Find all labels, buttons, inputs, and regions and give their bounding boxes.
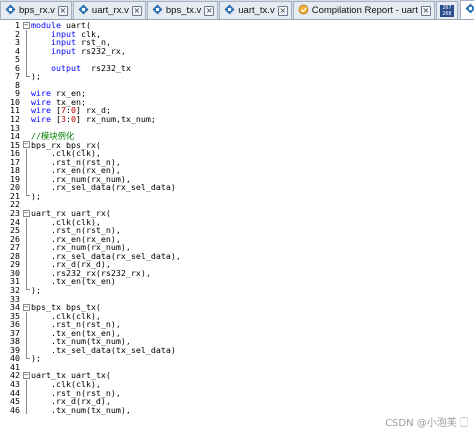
- code-text: input rs232_rx,: [50, 45, 126, 56]
- fold-guide-line: [22, 234, 30, 244]
- fold-guide-line: [22, 251, 30, 261]
- fold-guide-line: [22, 345, 30, 355]
- fold-guide-line: [22, 55, 30, 64]
- tab-label: uart_tx.v: [238, 5, 275, 16]
- tab-uart-tx-v[interactable]: uart_tx.v ×: [219, 1, 292, 19]
- verilog-file-icon: [78, 4, 89, 18]
- verilog-file-icon: [224, 4, 235, 18]
- tab-label: uart_rx.v: [91, 5, 129, 16]
- fold-guide-line: [22, 405, 30, 415]
- code-line: 12 wire [3:0] rx_num,tx_num;: [0, 115, 474, 124]
- fold-guide-line: [22, 183, 30, 192]
- code-line: 6 output rs232_tx: [0, 62, 474, 73]
- fold-collapse-icon[interactable]: −: [22, 21, 30, 30]
- fold-guide-line: [22, 277, 30, 286]
- fold-guide-line: [22, 337, 30, 346]
- fold-guide-line: [22, 260, 30, 269]
- gutter-icon-bottom-text: 268: [442, 10, 452, 17]
- tab-uart-v[interactable]: uart.v×: [459, 0, 474, 19]
- fold-end-marker: [22, 191, 30, 201]
- code-line: 39 .tx_sel_data(tx_sel_data): [0, 346, 474, 355]
- tab-bps-tx-v[interactable]: bps_tx.v ×: [146, 1, 219, 19]
- fold-guide-line: [22, 157, 30, 167]
- fold-gutter: [22, 115, 30, 124]
- line-numbers-toggle-button[interactable]: 267 268: [435, 1, 458, 19]
- tab-label: bps_tx.v: [165, 5, 202, 16]
- code-text: wire [3:0] rx_num,tx_num;: [31, 114, 156, 125]
- fold-guide-line: [22, 166, 30, 175]
- fold-guide-line: [22, 388, 30, 398]
- fold-collapse-icon[interactable]: −: [22, 209, 30, 218]
- code-text: );: [31, 190, 41, 201]
- code-text: .tx_num(tx_num),: [31, 404, 131, 415]
- close-tab-icon[interactable]: ×: [420, 5, 431, 16]
- fold-end-marker: [22, 72, 30, 81]
- compilation-report-icon: [298, 4, 309, 18]
- close-tab-icon[interactable]: ×: [57, 5, 68, 16]
- fold-gutter: [22, 295, 30, 304]
- code-line: 31 .tx_en(tx_en): [0, 277, 474, 286]
- fold-guide-line: [22, 226, 30, 235]
- fold-gutter: [22, 106, 30, 115]
- code-line: 7);: [0, 72, 474, 81]
- code-editor[interactable]: 1− module uart(2 input clk, 3 input rst_n,…: [0, 21, 474, 437]
- fold-guide-line: [22, 320, 30, 329]
- close-tab-icon[interactable]: ×: [131, 5, 142, 16]
- code-line: 21);: [0, 192, 474, 201]
- fold-gutter: [22, 81, 30, 90]
- fold-gutter: [22, 98, 30, 107]
- code-line: 20 .rx_sel_data(rx_sel_data): [0, 183, 474, 192]
- editor-tab-bar: bps_rx.v × uart_rx.v × bps_tx.v × uart_tx.v × Co…: [0, 0, 474, 20]
- fold-guide-line: [22, 149, 30, 158]
- fold-guide-line: [22, 328, 30, 338]
- verilog-file-icon: [5, 4, 16, 18]
- tab-uart-rx-v[interactable]: uart_rx.v ×: [72, 1, 146, 19]
- fold-end-marker: [22, 285, 30, 295]
- line-numbers-icon: 267 268: [439, 4, 454, 17]
- close-tab-icon[interactable]: ×: [204, 5, 215, 16]
- close-tab-icon[interactable]: ×: [277, 5, 288, 16]
- fold-guide-line: [22, 46, 30, 56]
- code-text: );: [31, 353, 41, 364]
- fold-collapse-icon[interactable]: −: [22, 141, 30, 150]
- tab-label: bps_rx.v: [19, 5, 55, 16]
- fold-collapse-icon[interactable]: −: [22, 303, 30, 312]
- fold-guide-line: [22, 63, 30, 73]
- fold-guide-line: [22, 217, 30, 227]
- fold-guide-line: [22, 174, 30, 184]
- code-line: 32);: [0, 286, 474, 295]
- fold-gutter: [22, 132, 30, 141]
- fold-gutter: [22, 89, 30, 98]
- tab-compilation-report-uart[interactable]: Compilation Report - uart ×: [292, 1, 435, 19]
- code-text: );: [31, 284, 41, 295]
- fold-gutter: [22, 363, 30, 372]
- fold-guide-line: [22, 243, 30, 252]
- fold-guide-line: [22, 397, 30, 406]
- code-lines: 1− module uart(2 input clk, 3 input rst_n,…: [0, 21, 474, 415]
- code-line: 4 input rs232_rx,: [0, 45, 474, 56]
- fold-end-marker: [22, 354, 30, 363]
- code-text: .tx_en(tx_en): [31, 276, 116, 287]
- fold-collapse-icon[interactable]: −: [22, 371, 30, 380]
- fold-guide-line: [22, 29, 30, 39]
- code-line: 40);: [0, 354, 474, 363]
- code-line: 46 .tx_num(tx_num),: [0, 406, 474, 415]
- verilog-file-icon: [465, 3, 474, 17]
- code-text: .rx_sel_data(rx_sel_data): [31, 182, 176, 193]
- fold-guide-line: [22, 379, 30, 389]
- tab-bps-rx-v[interactable]: bps_rx.v ×: [0, 1, 72, 19]
- fold-guide-line: [22, 38, 30, 47]
- fold-guide-line: [22, 268, 30, 278]
- verilog-file-icon: [152, 4, 163, 18]
- line-number: 46: [0, 406, 22, 415]
- code-text: output rs232_tx: [50, 62, 131, 73]
- fold-gutter: [22, 124, 30, 133]
- fold-guide-line: [22, 311, 30, 321]
- code-text: );: [31, 71, 41, 82]
- watermark: CSDN @小泡芙 🗌: [385, 418, 468, 429]
- tab-label: Compilation Report - uart: [311, 5, 418, 16]
- code-text: .tx_sel_data(tx_sel_data): [31, 344, 176, 355]
- fold-gutter: [22, 200, 30, 209]
